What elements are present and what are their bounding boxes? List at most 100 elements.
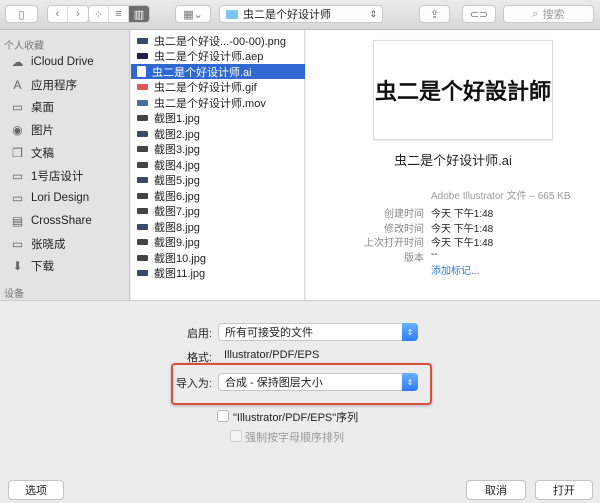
add-tags-link[interactable]: 添加标记... [431,262,479,277]
share-button[interactable]: ⇪ [419,5,450,23]
sidebar-item-label: 应用程序 [31,79,77,92]
sidebar-item[interactable]: ◉ 图片 [10,121,54,139]
file-icon [137,177,148,183]
file-row[interactable]: 截图2.jpg [131,126,305,141]
meta-value: 今天 下午1:48 [431,223,494,235]
file-list: 虫二是个好设...-00-00).png 虫二是个好设计师.aep 虫二是个好设计师… [131,30,305,300]
file-row[interactable]: 虫二是个好设...-00-00).png [131,33,305,48]
column-view-button[interactable]: ▥ [129,6,149,22]
file-row[interactable]: 截图1.jpg [131,111,305,126]
file-icon [137,115,148,121]
sidebar-item-label: CrossShare [31,214,92,227]
file-row[interactable]: 截图4.jpg [131,157,305,172]
file-row[interactable]: 截图7.jpg [131,204,305,219]
file-row[interactable]: 虫二是个好设计师.ai [131,64,305,79]
file-name: 虫二是个好设计师.ai [152,66,252,79]
sidebar-item[interactable]: A 应用程序 [10,76,77,94]
path-popup[interactable]: 虫二是个好设计师 ⇕ [219,5,383,23]
arrange-button[interactable]: ▦⌄ [175,5,211,23]
file-kind: Adobe Illustrator 文件 – 665 KB [431,191,571,202]
file-name: 截图10.jpg [154,252,206,265]
sidebar-item-label: 图片 [31,125,54,138]
list-view-button[interactable]: ≡ [109,6,129,22]
meta-row: 修改时间 今天 下午1:48 [306,220,600,235]
alphabetical-label: 强制按字母顺序排列 [245,432,344,444]
sidebar-item[interactable]: ▭ 1号店设计 [10,167,84,185]
file-row[interactable]: 截图10.jpg [131,250,305,265]
file-name: 截图8.jpg [154,221,200,234]
file-icon [137,53,148,59]
file-name: 截图7.jpg [154,206,200,218]
file-row[interactable]: 截图9.jpg [131,235,305,250]
import-as-popup[interactable]: 合成 - 保持图层大小 ⇕ [218,373,418,391]
back-button[interactable]: ‹ [48,6,68,22]
sidebar-item-icon: ▭ [11,100,24,115]
sidebar-item-label: 文稿 [31,147,54,160]
import-options: 启用: 所有可接受的文件 ⇕ 格式: Illustrator/PDF/EPS 导入… [0,300,600,503]
updown-icon: ⇕ [369,8,377,19]
alphabetical-checkbox[interactable] [230,430,242,442]
sidebar-item[interactable]: ▭ 桌面 [10,98,54,116]
file-name: 截图1.jpg [154,113,200,125]
sidebar-item-label: Lori Design [31,192,90,205]
cancel-button[interactable]: 取消 [466,480,526,500]
file-row[interactable]: 截图11.jpg [131,266,305,281]
sidebar-item-label: 桌面 [31,102,54,115]
meta-key: 修改时间 [384,223,424,235]
updown-icon: ⇕ [402,323,418,341]
favorites-header: 个人收藏 [4,41,44,52]
file-row[interactable]: 虫二是个好设计师.gif [131,80,305,95]
sidebar-item[interactable]: ▭ 张晓成 [10,235,66,253]
meta-row: 创建时间 今天 下午1:48 [306,205,600,220]
search-input[interactable]: ⌕ 搜索 [503,5,594,23]
sequence-label: "Illustrator/PDF/EPS"序列 [233,412,359,424]
file-icon [137,99,148,106]
meta-value: -- [431,248,438,260]
search-placeholder: 搜索 [542,9,565,21]
icon-view-button[interactable]: ⁘ [89,6,109,22]
sidebar-item-icon: ❐ [12,145,23,160]
sidebar-item[interactable]: ▭ Lori Design [10,189,89,207]
meta-value: 今天 下午1:48 [431,209,494,220]
sidebar-item-label: 下载 [31,261,54,274]
file-row[interactable]: 截图3.jpg [131,142,305,157]
sidebar-item-icon: ◉ [12,123,23,138]
sequence-checkbox[interactable] [217,410,229,422]
file-name: 截图11.jpg [154,268,206,280]
sidebar-item[interactable]: ❐ 文稿 [10,144,54,162]
file-name: 截图5.jpg [154,175,200,187]
file-icon [137,66,146,77]
path-label: 虫二是个好设计师 [243,9,331,21]
enable-popup[interactable]: 所有可接受的文件 ⇕ [218,323,418,341]
enable-value: 所有可接受的文件 [225,327,313,339]
preview-filename: 虫二是个好设计师.ai [394,153,512,168]
file-icon [137,192,148,199]
file-row[interactable]: 虫二是个好设计师.aep [131,49,305,64]
import-as-label: 导入为: [175,378,212,390]
file-row[interactable]: 截图6.jpg [131,188,305,203]
meta-value: 今天 下午1:48 [431,238,494,249]
sidebar-item-label: iCloud Drive [31,56,94,68]
sidebar-item-icon: ▭ [11,236,24,251]
file-icon [137,146,148,152]
sidebar-item-icon: A [13,77,22,92]
sidebar-item-icon: ▤ [11,213,24,228]
options-button[interactable]: 选项 [8,480,64,500]
meta-row: 上次打开时间 今天 下午1:48 [306,234,600,249]
sidebar-item-icon: ▭ [11,168,24,183]
tags-button[interactable]: ⊂⊃ [462,5,496,23]
file-icon [137,239,148,245]
file-icon [137,130,148,137]
open-button[interactable]: 打开 [535,480,593,500]
file-row[interactable]: 截图5.jpg [131,173,305,188]
sidebar-item[interactable]: ⬇ 下载 [10,257,54,275]
file-name: 虫二是个好设计师.aep [154,51,264,63]
sidebar-toggle-button[interactable]: ▯ [5,5,38,23]
file-icon [137,270,148,276]
forward-button[interactable]: › [68,6,88,22]
file-row[interactable]: 虫二是个好设计师.mov [131,95,305,110]
view-mode-control: ⁘ ≡ ▥ [88,5,150,23]
file-row[interactable]: 截图8.jpg [131,219,305,234]
sidebar-item[interactable]: ☁ iCloud Drive [10,53,94,71]
sidebar-item[interactable]: ▤ CrossShare [10,212,92,230]
